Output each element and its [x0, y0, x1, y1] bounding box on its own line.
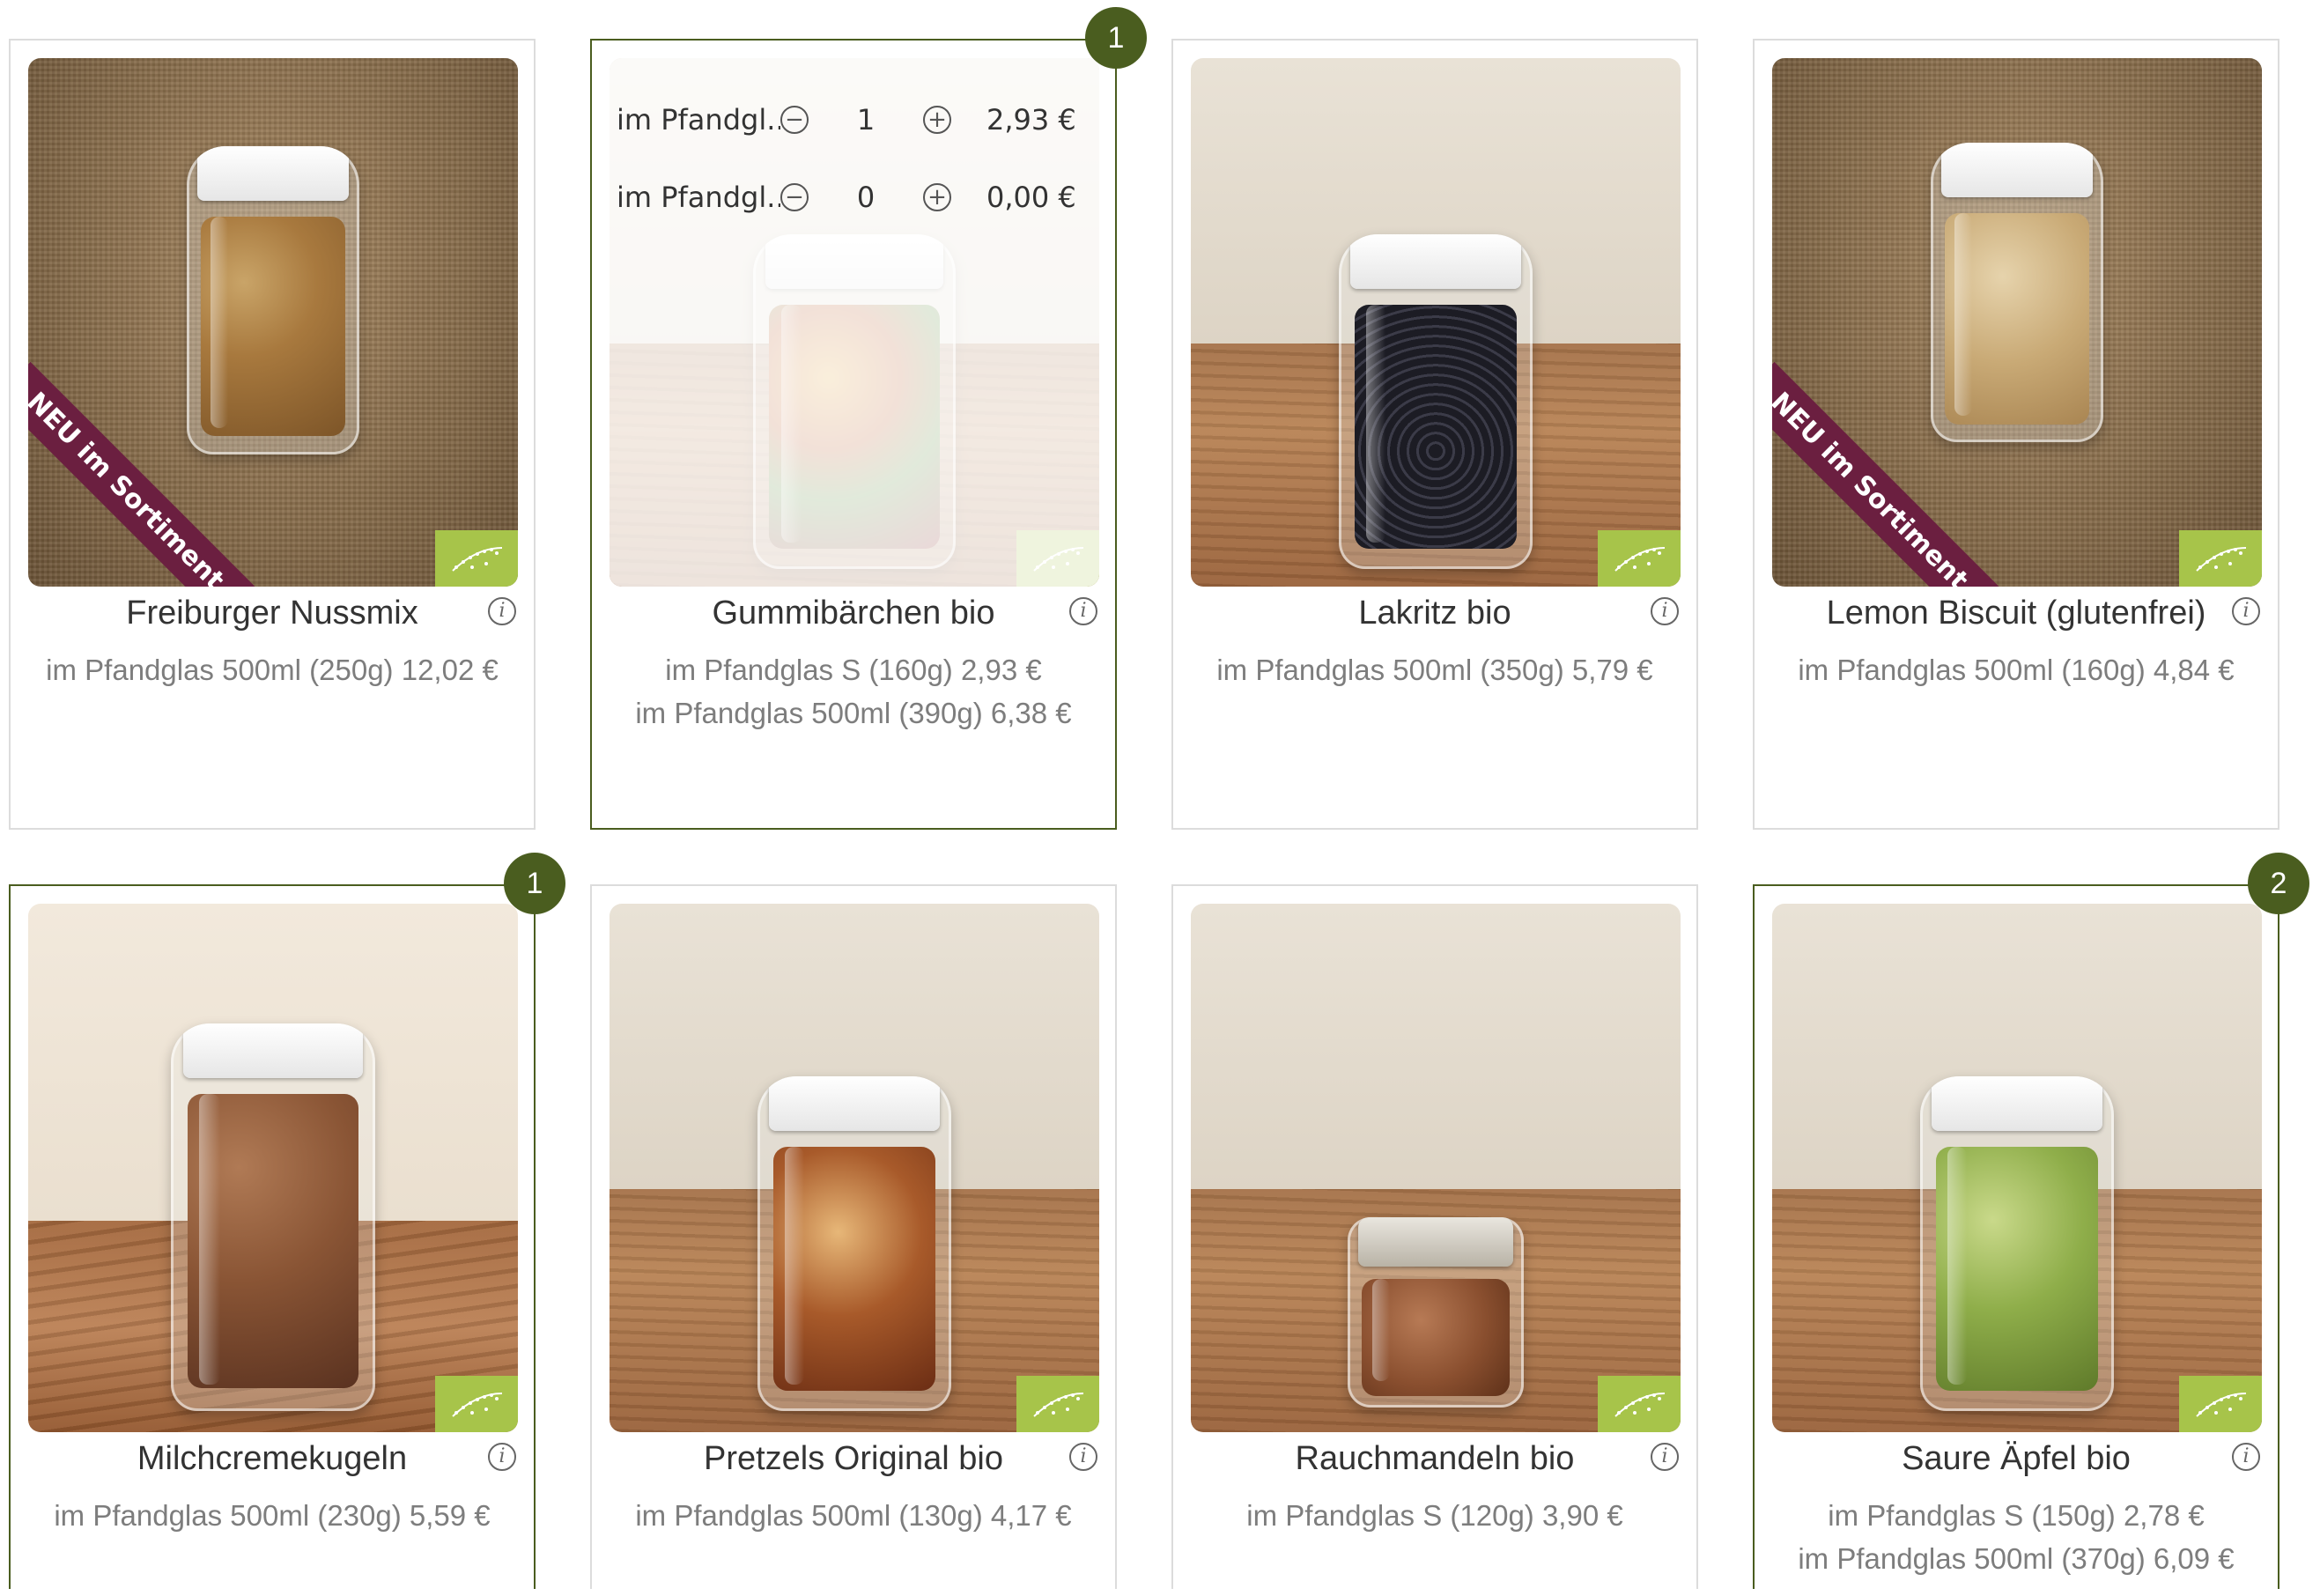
variant-price: im Pfandglas 500ml (130g) 4,17 € [635, 1499, 1072, 1532]
line-price: 2,93 € [986, 103, 1076, 137]
product-image[interactable]: NEU im Sortiment [1772, 58, 2262, 587]
jar-image [1339, 234, 1533, 569]
product-title[interactable]: Rauchmandeln bio [1296, 1440, 1575, 1478]
variant-price: im Pfandglas 500ml (390g) 6,38 € [635, 697, 1072, 729]
eu-organic-leaf-icon [1598, 530, 1681, 587]
jar-image [1348, 1217, 1524, 1408]
product-title[interactable]: Lakritz bio [1358, 595, 1511, 632]
cart-count-badge: 2 [2248, 853, 2309, 914]
variant-price: im Pfandglas 500ml (370g) 6,09 € [1798, 1542, 2235, 1575]
plus-circle-icon[interactable]: + [923, 183, 951, 211]
product-image[interactable] [1772, 904, 2262, 1432]
info-icon[interactable]: i [2232, 597, 2260, 625]
info-icon[interactable]: i [2232, 1443, 2260, 1471]
product-image[interactable] [610, 904, 1099, 1432]
plus-circle-icon[interactable]: + [923, 106, 951, 134]
quantity-value[interactable]: 0 [809, 181, 923, 214]
variant-price: im Pfandglas S (160g) 2,93 € [665, 654, 1042, 686]
quantity-value[interactable]: 1 [809, 103, 923, 137]
product-title[interactable]: Milchcremekugeln [137, 1440, 407, 1478]
product-image[interactable]: NEU im Sortiment [28, 58, 518, 587]
quantity-row: im Pfandgl... − 1 + 2,93 € [617, 93, 1082, 146]
variant-price: im Pfandglas S (120g) 3,90 € [1246, 1499, 1623, 1532]
jar-image [757, 1076, 951, 1411]
jar-image [1920, 1076, 2114, 1411]
info-icon[interactable]: i [488, 597, 516, 625]
minus-circle-icon[interactable]: − [780, 183, 809, 211]
product-image[interactable] [28, 904, 518, 1432]
product-title[interactable]: Pretzels Original bio [704, 1440, 1003, 1478]
info-icon[interactable]: i [1651, 597, 1679, 625]
product-card-lemon-biscuit[interactable]: NEU im Sortiment Lemon Biscuit (glutenfr… [1753, 39, 2279, 830]
jar-image [187, 146, 359, 454]
variant-price: im Pfandglas S (150g) 2,78 € [1828, 1499, 2205, 1532]
product-card-saure-aepfel-bio[interactable]: 2 Saure Äpfel bio i im Pfandglas S (150g… [1753, 853, 2309, 1589]
product-title[interactable]: Freiburger Nussmix [126, 595, 418, 632]
jar-image [1931, 143, 2103, 442]
variant-label: im Pfandgl... [617, 103, 780, 137]
quantity-row: im Pfandgl... − 0 + 0,00 € [617, 171, 1082, 224]
product-card-rauchmandeln-bio[interactable]: Rauchmandeln bio i im Pfandglas S (120g)… [1171, 884, 1698, 1589]
product-title[interactable]: Gummibärchen bio [712, 595, 994, 632]
eu-organic-leaf-icon [2179, 530, 2262, 587]
info-icon[interactable]: i [488, 1443, 516, 1471]
product-card-lakritz-bio[interactable]: Lakritz bio i im Pfandglas 500ml (350g) … [1171, 39, 1698, 830]
variant-price: im Pfandglas 500ml (250g) 12,02 € [46, 654, 499, 686]
product-image[interactable]: im Pfandgl... − 1 + 2,93 € im Pfandgl...… [610, 58, 1099, 587]
variant-price: im Pfandglas 500ml (160g) 4,84 € [1798, 654, 2235, 686]
product-title[interactable]: Lemon Biscuit (glutenfrei) [1827, 595, 2206, 632]
product-image[interactable] [1191, 904, 1681, 1432]
info-icon[interactable]: i [1069, 1443, 1097, 1471]
variant-label: im Pfandgl... [617, 181, 780, 214]
variant-price: im Pfandglas 500ml (350g) 5,79 € [1216, 654, 1653, 686]
jar-image [171, 1023, 375, 1411]
quantity-overlay: im Pfandgl... − 1 + 2,93 € im Pfandgl...… [610, 58, 1099, 587]
eu-organic-leaf-icon [435, 530, 518, 587]
product-card-milchcremekugeln[interactable]: 1 Milchcremekugeln i im Pfandglas 500ml … [9, 853, 565, 1589]
eu-organic-leaf-icon [1598, 1376, 1681, 1432]
eu-organic-leaf-icon [1016, 1376, 1099, 1432]
info-icon[interactable]: i [1651, 1443, 1679, 1471]
product-title[interactable]: Saure Äpfel bio [1902, 1440, 2131, 1478]
product-card-pretzels-original-bio[interactable]: Pretzels Original bio i im Pfandglas 500… [590, 884, 1117, 1589]
minus-circle-icon[interactable]: − [780, 106, 809, 134]
cart-count-badge: 1 [1085, 7, 1147, 69]
product-card-freiburger-nussmix[interactable]: NEU im Sortiment Freiburger Nussmix i im… [9, 39, 536, 830]
eu-organic-leaf-icon [435, 1376, 518, 1432]
cart-count-badge: 1 [504, 853, 565, 914]
info-icon[interactable]: i [1069, 597, 1097, 625]
product-image[interactable] [1191, 58, 1681, 587]
product-card-gummibaerchen-bio[interactable]: 1 im Pfandgl... − 1 + 2,93 € im Pfandgl.… [590, 7, 1147, 830]
line-price: 0,00 € [986, 181, 1076, 214]
variant-price: im Pfandglas 500ml (230g) 5,59 € [54, 1499, 491, 1532]
eu-organic-leaf-icon [2179, 1376, 2262, 1432]
